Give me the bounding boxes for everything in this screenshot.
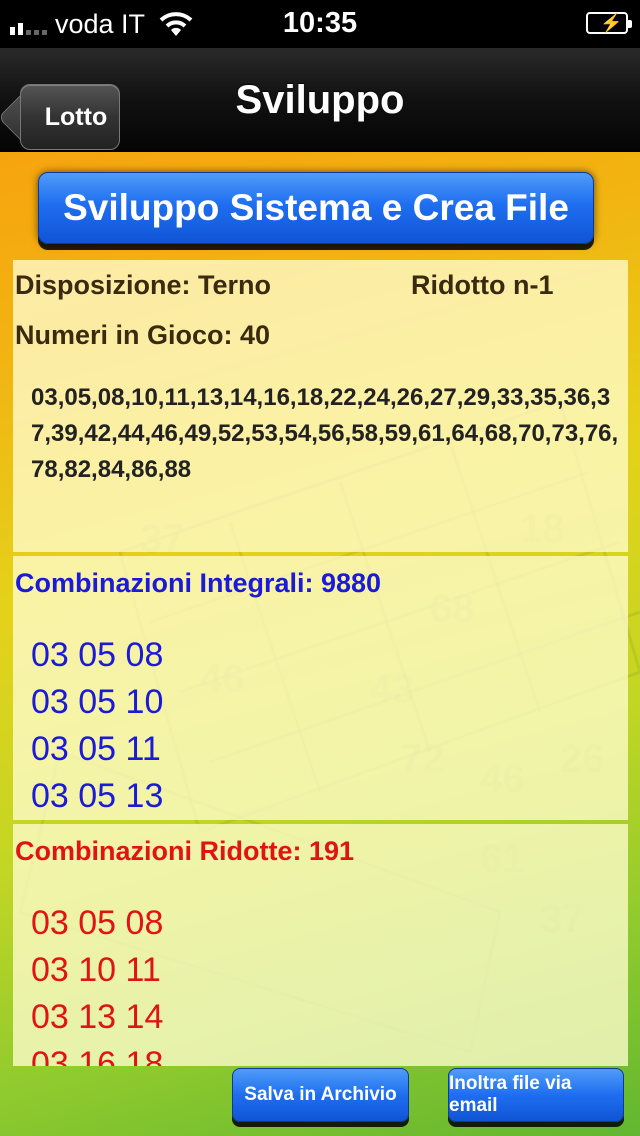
back-button[interactable]: Lotto xyxy=(20,84,120,150)
list-item: 03 13 14 xyxy=(31,998,164,1036)
disposition-row: Disposizione: Terno Ridotto n-1 xyxy=(15,270,625,301)
back-button-wrap[interactable]: Lotto xyxy=(10,66,120,150)
screen: 18 68 43 72 46 26 61 37 37 46 voda I xyxy=(0,0,640,1136)
disposition-label: Disposizione: Terno xyxy=(15,270,272,300)
list-item: 03 05 08 xyxy=(31,904,164,942)
send-file-email-button[interactable]: Inoltra file via email xyxy=(448,1068,624,1122)
integral-combinations-list: 03 05 08 03 05 10 03 05 11 03 05 13 xyxy=(31,632,163,820)
reduced-combinations-panel[interactable]: Combinazioni Ridotte: 191 03 05 08 03 10… xyxy=(13,824,628,1066)
save-to-archive-button[interactable]: Salva in Archivio xyxy=(232,1068,409,1122)
list-item: 03 10 11 xyxy=(31,951,161,989)
system-info-panel: Disposizione: Terno Ridotto n-1 Numeri i… xyxy=(13,260,628,552)
reduction-label: Ridotto n-1 xyxy=(411,270,554,300)
list-item: 03 05 13 xyxy=(31,777,164,815)
navigation-bar: Sviluppo Lotto xyxy=(0,48,640,152)
reduced-combinations-heading: Combinazioni Ridotte: 191 xyxy=(15,836,355,866)
list-item: 03 05 11 xyxy=(31,730,161,768)
integral-combinations-panel: Combinazioni Integrali: 9880 03 05 08 03… xyxy=(13,556,628,820)
list-item: 03 05 08 xyxy=(31,636,164,674)
develop-system-button[interactable]: Sviluppo Sistema e Crea File xyxy=(38,172,594,244)
list-item: 03 05 10 xyxy=(31,683,164,721)
status-time: 10:35 xyxy=(282,7,358,39)
status-bar: voda IT 10:35 ⚡ xyxy=(0,0,640,48)
battery-charging-icon: ⚡ xyxy=(586,12,632,34)
numbers-in-play-list: 03,05,08,10,11,13,14,16,18,22,24,26,27,2… xyxy=(31,384,619,483)
numbers-count-label: Numeri in Gioco: 40 xyxy=(15,320,271,350)
reduced-combinations-list: 03 05 08 03 10 11 03 13 14 03 16 18 xyxy=(31,900,163,1066)
list-item: 03 16 18 xyxy=(31,1045,164,1066)
integral-combinations-heading: Combinazioni Integrali: 9880 xyxy=(15,568,382,598)
